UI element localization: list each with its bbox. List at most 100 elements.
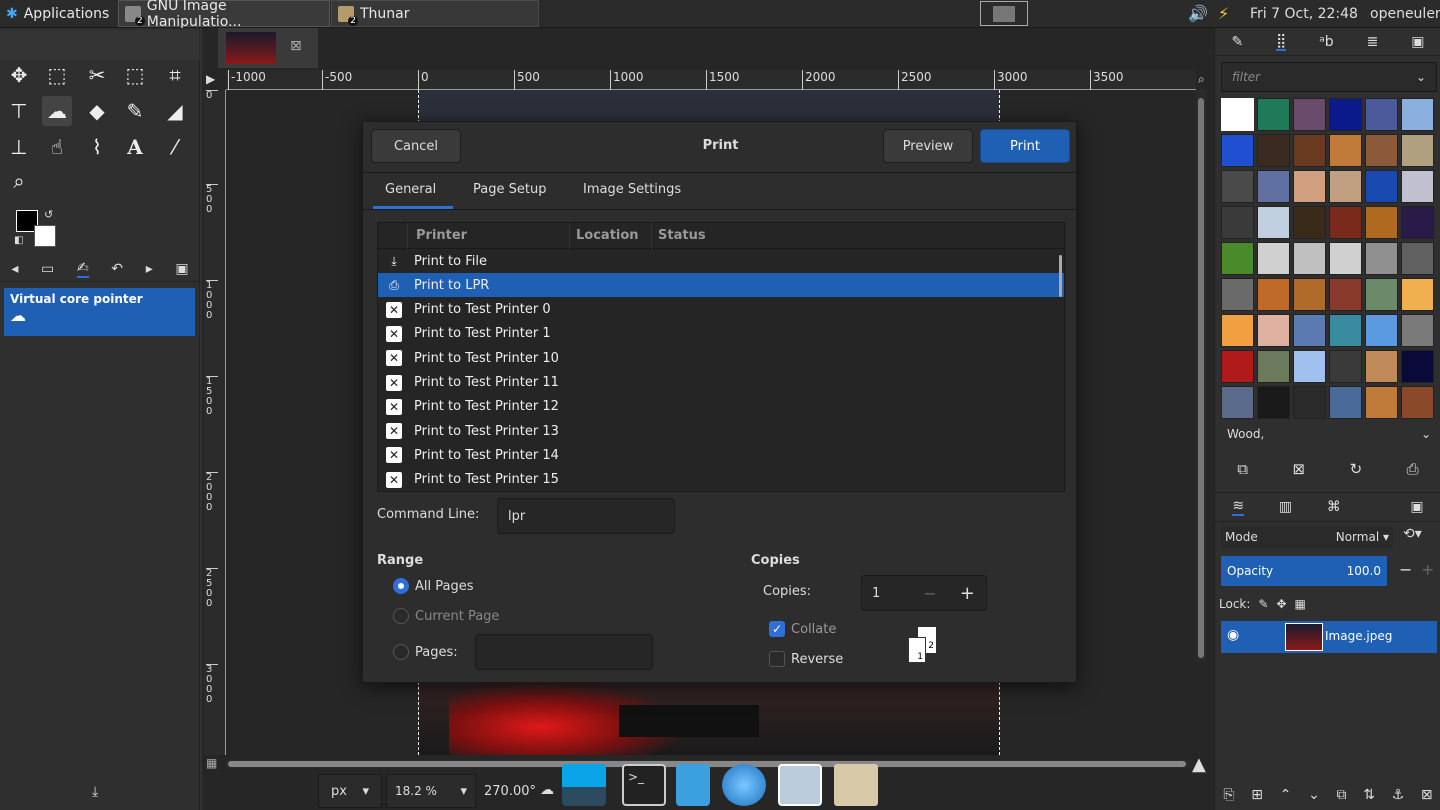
background-color[interactable]	[34, 225, 56, 247]
pattern-swatch[interactable]	[1293, 350, 1326, 383]
pattern-swatch[interactable]	[1257, 314, 1290, 347]
scroll-right-icon[interactable]: ▸	[146, 261, 153, 277]
printer-row[interactable]: ✕ Print to Test Printer 1	[378, 322, 1064, 346]
pattern-swatch[interactable]	[1293, 206, 1326, 239]
printer-row[interactable]: ✕ Print to Test Printer 13	[378, 419, 1064, 443]
pattern-name-selector[interactable]: Wood, ⌄	[1221, 420, 1437, 448]
pages-radio[interactable]: Pages:	[393, 644, 458, 660]
copies-spinbutton[interactable]: 1 − +	[861, 575, 987, 611]
unit-selector[interactable]: px ▾	[318, 774, 382, 808]
patterns-tab-icon[interactable]: ⣿	[1276, 33, 1287, 51]
pattern-swatch[interactable]	[1329, 386, 1362, 419]
clone-icon[interactable]: ⊥	[4, 132, 34, 162]
mode-selector[interactable]: Mode Normal ▾	[1221, 526, 1393, 548]
bucket-fill-icon[interactable]: ◆	[82, 96, 112, 126]
print-button[interactable]: Print	[980, 129, 1070, 163]
pattern-swatch[interactable]	[1221, 206, 1254, 239]
applications-menu[interactable]: ✱ Applications ⋮	[0, 0, 129, 27]
undo-history-tab-icon[interactable]: ↶	[111, 261, 123, 277]
pattern-swatch[interactable]	[1221, 278, 1254, 311]
warp-icon[interactable]: ☁	[42, 96, 72, 126]
tab-page-setup[interactable]: Page Setup	[473, 182, 546, 197]
pattern-swatch[interactable]	[1401, 206, 1434, 239]
terminal-icon[interactable]: >_	[622, 764, 666, 806]
list-scrollbar[interactable]	[1059, 255, 1062, 297]
paths-tab-icon[interactable]: ⌘	[1327, 499, 1341, 515]
new-layer-group-icon[interactable]: ⊞	[1251, 787, 1263, 803]
document-history-tab-icon[interactable]: ≣	[1367, 34, 1379, 50]
lock-pixels-icon[interactable]: ✎	[1258, 597, 1268, 611]
rect-select-icon[interactable]: ⬚	[42, 60, 72, 90]
horizontal-ruler[interactable]: -1000 -500 0 500 1000 1500 2000 2500 3000 3500	[226, 70, 1196, 90]
pattern-swatch[interactable]	[1401, 242, 1434, 275]
printer-row[interactable]: ⎙ Print to LPR	[378, 273, 1064, 298]
pattern-swatch[interactable]	[1365, 134, 1398, 167]
tab-menu-icon[interactable]: ▣	[1410, 499, 1423, 515]
zoom-selector[interactable]: 18.2 % ▾	[386, 774, 476, 808]
quick-mask-toggle-icon[interactable]: ▶	[206, 72, 215, 86]
volume-icon[interactable]: 🔊	[1188, 4, 1208, 23]
eye-icon[interactable]: ◉	[1227, 627, 1239, 643]
pattern-swatch[interactable]	[1257, 242, 1290, 275]
increment-icon[interactable]: +	[949, 583, 986, 604]
pattern-swatch[interactable]	[1329, 350, 1362, 383]
flip-icon[interactable]: ☁	[540, 782, 554, 798]
layers-tab-icon[interactable]: ≋	[1232, 498, 1245, 516]
all-pages-radio[interactable]: All Pages	[393, 578, 474, 594]
web-browser-icon[interactable]	[722, 764, 766, 806]
quick-mask-icon[interactable]: ▦	[206, 756, 217, 770]
pattern-swatch[interactable]	[1401, 386, 1434, 419]
pattern-swatch[interactable]	[1365, 170, 1398, 203]
printer-row[interactable]: ✕ Print to Test Printer 12	[378, 395, 1064, 419]
pattern-swatch[interactable]	[1221, 350, 1254, 383]
pattern-swatch[interactable]	[1257, 170, 1290, 203]
pattern-swatch[interactable]	[1401, 98, 1434, 131]
swap-colors-icon[interactable]: ↺	[44, 208, 53, 221]
edit-pattern-icon[interactable]: ⧉	[1237, 460, 1248, 478]
device-status-item[interactable]: Virtual core pointer ☁	[4, 288, 195, 336]
pattern-swatch[interactable]	[1293, 278, 1326, 311]
opacity-slider[interactable]: Opacity 100.0	[1221, 556, 1387, 586]
pattern-swatch[interactable]	[1293, 242, 1326, 275]
pattern-swatch[interactable]	[1293, 314, 1326, 347]
eraser-icon[interactable]: ◢	[160, 96, 190, 126]
pattern-swatch[interactable]	[1401, 350, 1434, 383]
layer-row[interactable]: ◉ Image.jpeg	[1221, 621, 1437, 653]
delete-layer-icon[interactable]: ⊠	[1421, 787, 1433, 803]
pattern-swatch[interactable]	[1257, 98, 1290, 131]
printer-row[interactable]: ⤓ Print to File	[378, 249, 1064, 273]
tab-image-settings[interactable]: Image Settings	[583, 182, 681, 197]
save-options-icon[interactable]: ⤓	[92, 784, 98, 800]
default-colors-icon[interactable]: ◧	[14, 235, 23, 246]
pattern-swatch[interactable]	[1221, 98, 1254, 131]
increase-icon[interactable]: +	[1421, 560, 1434, 579]
pattern-swatch[interactable]	[1257, 350, 1290, 383]
user-menu[interactable]: openeuler	[1370, 6, 1440, 22]
decrease-icon[interactable]: −	[1399, 560, 1412, 579]
color-picker-icon[interactable]: ⁄	[160, 132, 190, 162]
printer-row[interactable]: ✕ Print to Test Printer 15	[378, 468, 1064, 492]
pattern-swatch[interactable]	[1401, 170, 1434, 203]
text-tool-icon[interactable]: A	[120, 132, 150, 162]
pattern-swatch[interactable]	[1293, 386, 1326, 419]
pattern-swatch[interactable]	[1293, 98, 1326, 131]
vertical-scrollbar[interactable]	[1196, 90, 1206, 660]
pattern-swatch[interactable]	[1221, 386, 1254, 419]
clock[interactable]: Fri 7 Oct, 22:48	[1250, 6, 1358, 22]
tab-general[interactable]: General	[385, 182, 436, 197]
pattern-swatch[interactable]	[1329, 278, 1362, 311]
anchor-layer-icon[interactable]: ⚓	[1392, 787, 1405, 803]
column-printer[interactable]: Printer	[408, 222, 570, 249]
command-line-input[interactable]: lpr	[497, 498, 675, 534]
column-location[interactable]: Location	[570, 222, 652, 249]
image-tab[interactable]: ⊠	[218, 28, 318, 68]
tool-options-tab-icon[interactable]: ▭	[41, 261, 54, 277]
pattern-swatch[interactable]	[1221, 170, 1254, 203]
pattern-swatch[interactable]	[1365, 386, 1398, 419]
taskbar-gimp[interactable]: 2 GNU Image Manipulatio...	[118, 0, 330, 30]
zoom-icon[interactable]: ⌕	[4, 166, 34, 196]
delete-pattern-icon[interactable]: ⊠	[1292, 460, 1305, 478]
device-status-tab-icon[interactable]: ✍	[76, 260, 89, 278]
merge-layer-icon[interactable]: ⇅	[1363, 787, 1375, 803]
current-page-radio[interactable]: Current Page	[393, 608, 499, 624]
